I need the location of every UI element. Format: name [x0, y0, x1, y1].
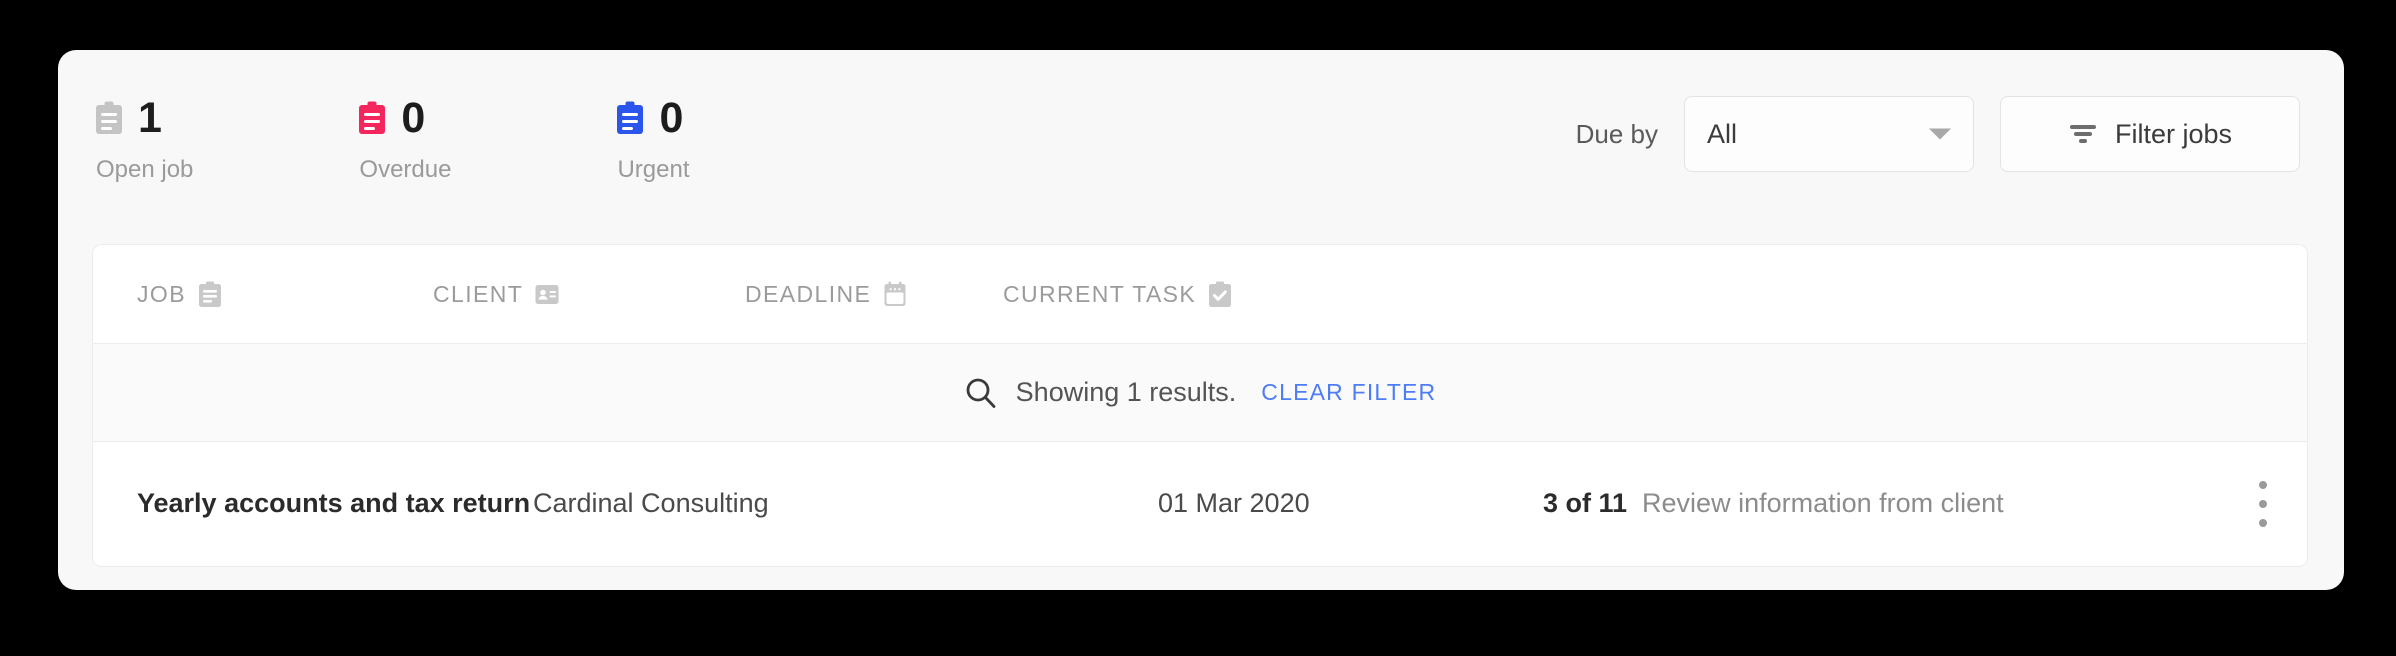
stat-overdue-label: Overdue	[359, 156, 452, 183]
due-by-select[interactable]: All	[1684, 96, 1974, 172]
cell-current-task: 3 of 11 Review information from client	[1543, 442, 2004, 565]
filter-jobs-button[interactable]: Filter jobs	[2000, 96, 2300, 172]
results-count-text: Showing 1 results.	[1015, 377, 1237, 407]
due-by-select-value: All	[1707, 118, 1738, 149]
stat-urgent-top: 0	[615, 92, 683, 144]
table-header-row: JOB CLIENT DEADLINE CURRENT TASK	[93, 245, 2307, 344]
filter-jobs-label: Filter jobs	[2114, 118, 2233, 149]
column-header-client-label: CLIENT	[433, 281, 524, 307]
column-header-current-task-label: CURRENT TASK	[1003, 281, 1197, 307]
filter-funnel-icon	[2068, 121, 2098, 147]
stat-group: 1 Open job 0 Overdue 0 Urgent	[94, 92, 690, 184]
cell-deadline: 01 Mar 2020	[1158, 488, 1310, 518]
calendar-icon	[882, 281, 908, 308]
header-controls: Due by All Filter jobs	[1576, 96, 2300, 172]
screenshot-root: 1 Open job 0 Overdue 0 Urgent Due by All…	[0, 0, 2396, 656]
stat-open-job-top: 1	[94, 92, 162, 144]
cell-client: Cardinal Consulting	[533, 488, 769, 518]
stat-urgent[interactable]: 0 Urgent	[615, 92, 690, 184]
chevron-down-icon	[1929, 128, 1951, 140]
stat-open-job[interactable]: 1 Open job	[94, 92, 193, 184]
stat-urgent-label: Urgent	[617, 156, 690, 183]
column-header-job-label: JOB	[137, 281, 186, 307]
clipboard-icon	[357, 101, 387, 135]
column-header-deadline-label: DEADLINE	[745, 281, 872, 307]
cell-job[interactable]: Yearly accounts and tax return	[137, 442, 530, 565]
clipboard-icon	[615, 101, 645, 135]
stat-overdue-value: 0	[401, 93, 425, 142]
stat-overdue-top: 0	[357, 92, 425, 144]
clipboard-check-icon	[1207, 281, 1233, 308]
column-header-current-task[interactable]: CURRENT TASK	[1003, 245, 1233, 344]
jobs-dashboard-card: 1 Open job 0 Overdue 0 Urgent Due by All…	[58, 50, 2344, 590]
kebab-dot-3	[2259, 518, 2267, 527]
task-progress-text: 3 of 11	[1543, 488, 1628, 518]
clipboard-icon	[197, 281, 223, 308]
stat-open-job-value: 1	[138, 93, 162, 142]
stat-open-job-label: Open job	[96, 156, 194, 183]
column-header-deadline[interactable]: DEADLINE	[745, 245, 908, 344]
column-header-client[interactable]: CLIENT	[433, 245, 560, 344]
task-name-text: Review information from client	[1642, 488, 2004, 518]
jobs-table-panel: JOB CLIENT DEADLINE CURRENT TASK Showing…	[92, 244, 2308, 567]
due-by-label: Due by	[1575, 118, 1658, 149]
clear-filter-link[interactable]: CLEAR FILTER	[1261, 379, 1436, 406]
kebab-dot-1	[2259, 480, 2267, 489]
column-header-job[interactable]: JOB	[137, 245, 223, 344]
table-row[interactable]: Yearly accounts and tax return Cardinal …	[93, 442, 2307, 565]
kebab-dot-2	[2259, 499, 2267, 508]
search-icon	[964, 376, 997, 409]
kebab-menu-icon[interactable]	[2259, 480, 2267, 527]
stat-urgent-value: 0	[659, 93, 683, 142]
results-summary-bar: Showing 1 results. CLEAR FILTER	[93, 344, 2307, 442]
stat-overdue[interactable]: 0 Overdue	[357, 92, 451, 184]
contact-card-icon	[534, 281, 560, 308]
clipboard-icon	[94, 101, 124, 135]
summary-bar: 1 Open job 0 Overdue 0 Urgent Due by All…	[58, 50, 2344, 244]
